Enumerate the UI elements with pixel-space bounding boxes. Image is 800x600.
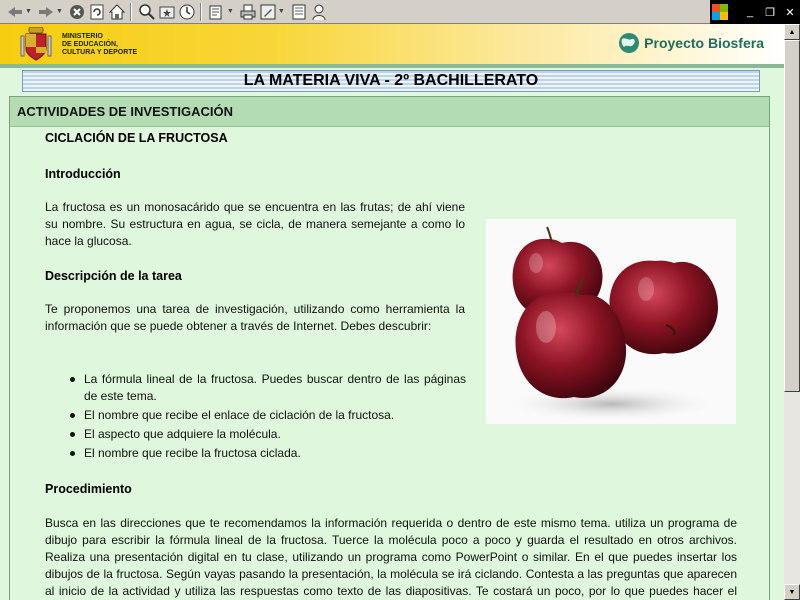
task-heading: Descripción de la tarea (45, 269, 182, 283)
forward-dropdown-icon[interactable]: ▼ (56, 8, 63, 15)
toolbar-separator (129, 2, 132, 21)
biosfera-logo[interactable]: Proyecto Biosfera (618, 32, 764, 54)
back-dropdown-icon[interactable]: ▼ (25, 8, 32, 15)
windows-logo-icon (712, 4, 728, 20)
print-icon[interactable] (239, 2, 257, 22)
page-title: LA MATERIA VIVA - 2º BACHILLERATO (243, 72, 539, 89)
list-item: El nombre que recibe la fructosa ciclada… (66, 445, 466, 462)
mail-dropdown-icon[interactable]: ▼ (227, 8, 234, 15)
scroll-thumb[interactable] (784, 40, 800, 392)
section-header: ACTIVIDADES DE INVESTIGACIÓN (10, 97, 769, 127)
ministry-line: DE EDUCACIÓN, (62, 41, 119, 48)
edit-dropdown-icon[interactable]: ▼ (278, 8, 285, 15)
stop-icon[interactable] (68, 2, 86, 22)
procedure-paragraph: Busca en las direcciones que te recomend… (45, 516, 737, 598)
list-item: El aspecto que adquiere la molécula. (66, 426, 466, 443)
restore-icon[interactable]: ❐ (760, 6, 780, 19)
ministry-label: MINISTERIO DE EDUCACIÓN, CULTURA Y DEPOR… (62, 33, 137, 57)
activity-title: CICLACIÓN DE LA FRUCTOSA (45, 131, 228, 145)
ministry-line: MINISTERIO (62, 33, 103, 40)
refresh-icon[interactable] (88, 2, 106, 22)
close-icon[interactable]: ✕ (780, 6, 800, 19)
edit-icon[interactable] (259, 2, 277, 22)
mail-icon[interactable] (208, 2, 226, 22)
header-banner: MINISTERIO DE EDUCACIÓN, CULTURA Y DEPOR… (0, 24, 784, 64)
discuss-icon[interactable] (290, 2, 308, 22)
title-bar: LA MATERIA VIVA - 2º BACHILLERATO (22, 70, 760, 92)
section-title: ACTIVIDADES DE INVESTIGACIÓN (17, 104, 233, 119)
page-viewport: MINISTERIO DE EDUCACIÓN, CULTURA Y DEPOR… (0, 24, 784, 600)
forward-icon[interactable] (37, 2, 55, 22)
toolbar-separator (199, 2, 202, 21)
task-paragraph: Te proponemos una tarea de investigación… (45, 302, 465, 333)
search-icon[interactable] (138, 2, 156, 22)
vertical-scrollbar[interactable]: ▲ ▼ (784, 24, 800, 600)
task-list: La fórmula lineal de la fructosa. Puedes… (66, 371, 466, 464)
list-item: La fórmula lineal de la fructosa. Puedes… (66, 371, 466, 405)
minimize-icon[interactable]: _ (740, 6, 760, 18)
apples-image (486, 219, 736, 424)
biosfera-title: Proyecto Biosfera (644, 35, 764, 51)
scroll-up-button[interactable]: ▲ (784, 24, 800, 40)
scroll-down-button[interactable]: ▼ (784, 584, 800, 600)
coat-of-arms-icon (20, 26, 52, 61)
window-controls: _ ❐ ✕ (710, 0, 800, 24)
browser-toolbar: ▼ ▼ ▼ ▼ _ ❐ ✕ (0, 0, 800, 24)
procedure-heading: Procedimiento (45, 482, 132, 496)
list-item: El nombre que recibe el enlace de ciclac… (66, 407, 466, 424)
back-icon[interactable] (6, 2, 24, 22)
content-box: ACTIVIDADES DE INVESTIGACIÓN CICLACIÓN D… (9, 96, 770, 600)
ministry-line: CULTURA Y DEPORTE (62, 49, 138, 56)
intro-heading: Introducción (45, 167, 121, 181)
globe-icon (619, 33, 640, 53)
history-icon[interactable] (178, 2, 196, 22)
messenger-icon[interactable] (310, 2, 328, 22)
intro-paragraph: La fructosa es un monosacárido que se en… (45, 200, 465, 248)
favorites-icon[interactable] (158, 2, 176, 22)
home-icon[interactable] (108, 2, 126, 22)
page-body: LA MATERIA VIVA - 2º BACHILLERATO ACTIVI… (0, 68, 784, 600)
